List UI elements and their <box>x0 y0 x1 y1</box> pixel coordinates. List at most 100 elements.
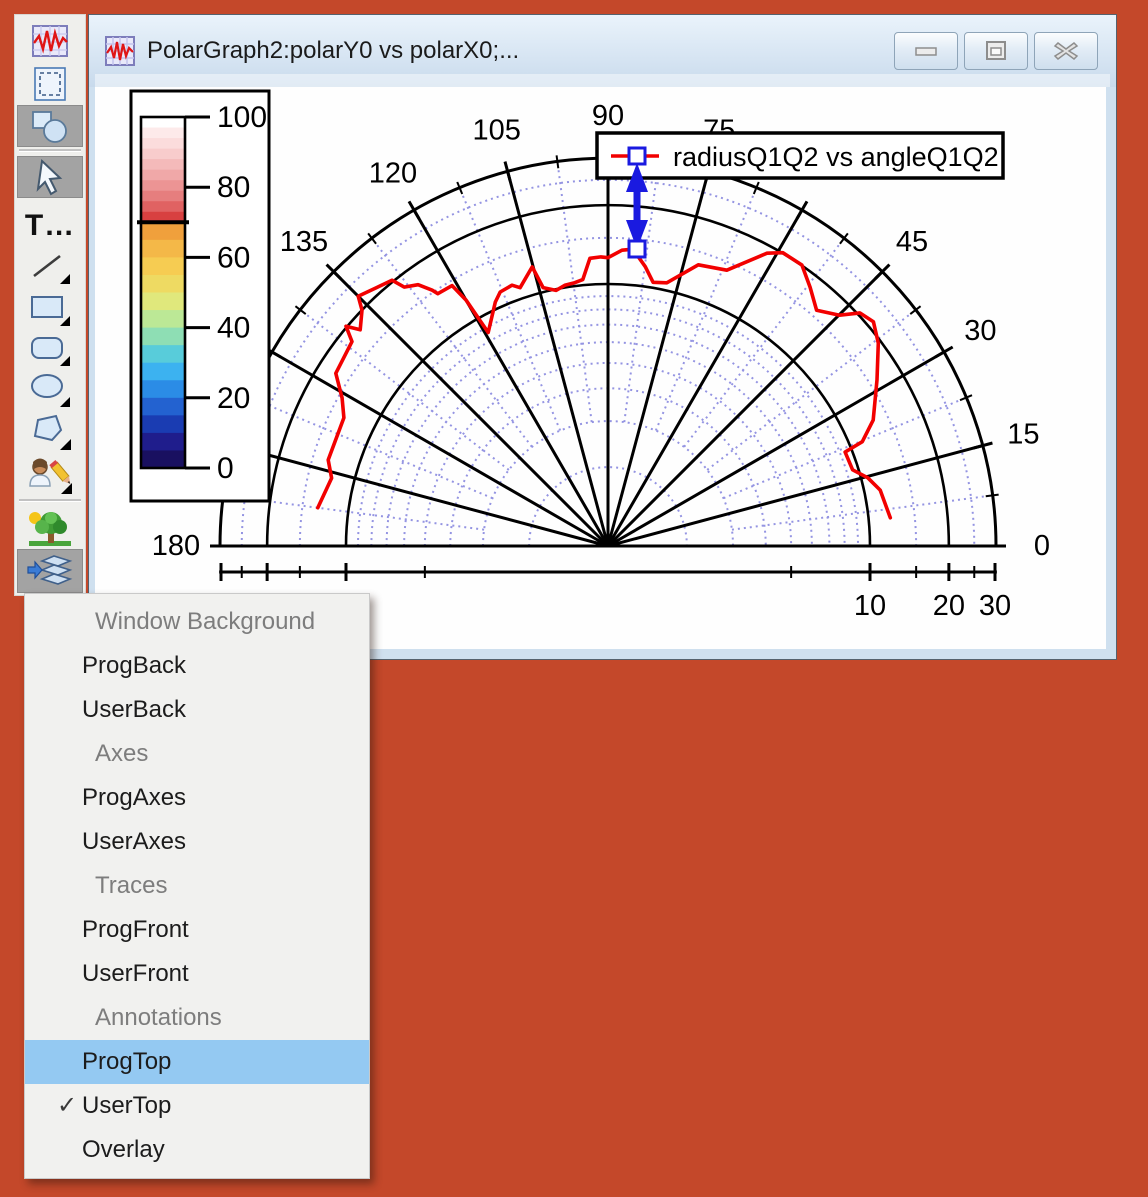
angle-spoke <box>414 210 608 546</box>
color-band <box>141 310 185 328</box>
color-scale-tick-label: 40 <box>217 312 250 345</box>
radius-tick-label: 30 <box>979 590 1011 622</box>
color-scale-tick-label: 0 <box>217 452 234 485</box>
menu-item-progback[interactable]: ProgBack <box>25 644 369 688</box>
menu-item-overlay[interactable]: Overlay <box>25 1128 369 1172</box>
color-band <box>141 222 185 240</box>
color-band <box>141 345 185 363</box>
menu-item-userfront[interactable]: UserFront <box>25 952 369 996</box>
color-band <box>141 433 185 451</box>
minor-angle-gridline <box>305 313 509 469</box>
menu-item-label: Annotations <box>95 1004 222 1031</box>
polygon-icon <box>28 412 72 452</box>
menu-item-usertop[interactable]: ✓UserTop <box>25 1084 369 1128</box>
angle-label: 0 <box>1034 530 1050 562</box>
menu-item-label: Window Background <box>95 608 315 635</box>
toolbar-separator <box>19 149 81 152</box>
color-band <box>141 170 185 181</box>
color-band <box>141 149 185 160</box>
radius-tick-label: 10 <box>854 590 886 622</box>
color-band <box>141 191 185 202</box>
text-tool-button[interactable]: T… <box>17 205 83 247</box>
legend-label: radiusQ1Q2 vs angleQ1Q2 <box>673 142 999 172</box>
color-band <box>141 328 185 346</box>
marquee-tool-button[interactable] <box>17 65 83 103</box>
color-band <box>141 240 185 258</box>
line-icon <box>28 252 72 286</box>
angle-spoke <box>608 272 882 546</box>
color-scale-tick-label: 60 <box>217 241 250 274</box>
menu-item-label: UserAxes <box>82 828 186 855</box>
color-scale-tick-label: 20 <box>217 382 250 415</box>
angle-spoke <box>608 352 944 546</box>
menu-item-label: UserTop <box>82 1092 171 1119</box>
drawing-toolbar: T… <box>14 14 86 596</box>
arrow-cursor-icon <box>33 158 67 196</box>
menu-item-label: UserFront <box>82 960 189 987</box>
color-band <box>141 257 185 275</box>
color-band <box>141 275 185 293</box>
angle-spoke <box>608 446 983 546</box>
angle-spoke <box>608 171 708 546</box>
color-tool-button[interactable] <box>17 509 83 549</box>
arrow-tool-button[interactable] <box>17 156 83 198</box>
shapes-tool-button[interactable] <box>17 105 83 147</box>
menu-item-useraxes[interactable]: UserAxes <box>25 820 369 864</box>
menu-item-traces: Traces <box>25 864 369 908</box>
color-band <box>141 415 185 433</box>
graph-tool-button[interactable] <box>17 21 83 61</box>
angle-minor-tick <box>986 495 999 497</box>
marquee-icon <box>32 66 68 102</box>
color-band <box>141 293 185 311</box>
color-band <box>141 117 185 128</box>
angle-label: 135 <box>280 226 328 258</box>
radius-tick-label: 20 <box>933 590 965 622</box>
layers-tool-button[interactable] <box>17 549 83 593</box>
angle-label: 30 <box>964 315 996 347</box>
menu-item-progtop[interactable]: ProgTop <box>25 1040 369 1084</box>
minor-angle-gridline <box>707 313 911 469</box>
minor-angle-gridline <box>684 243 840 447</box>
color-band <box>141 363 185 381</box>
menu-item-label: ProgTop <box>82 1048 171 1075</box>
menu-item-label: ProgBack <box>82 652 186 679</box>
toolbar-separator <box>19 499 81 502</box>
line-tool-button[interactable] <box>17 251 83 287</box>
menu-item-axes: Axes <box>25 732 369 776</box>
graph-icon <box>31 24 69 58</box>
color-band <box>141 450 185 468</box>
rect-tool-button[interactable] <box>17 291 83 329</box>
angle-minor-tick <box>557 155 559 168</box>
annotation-handle-top[interactable] <box>629 148 645 164</box>
menu-item-label: UserBack <box>82 696 186 723</box>
color-scale-tick-label: 100 <box>217 101 267 134</box>
annotation-handle-bottom[interactable] <box>629 241 645 257</box>
layers-icon <box>26 552 74 590</box>
color-band <box>141 380 185 398</box>
angle-label: 180 <box>152 530 200 562</box>
polygon-tool-button[interactable] <box>17 411 83 453</box>
color-band <box>141 398 185 416</box>
menu-item-progfront[interactable]: ProgFront <box>25 908 369 952</box>
angle-major-tick <box>797 201 807 218</box>
menu-item-progaxes[interactable]: ProgAxes <box>25 776 369 820</box>
menu-item-label: Overlay <box>82 1136 165 1163</box>
angle-spoke <box>233 446 608 546</box>
rounded-rect-tool-button[interactable] <box>17 333 83 369</box>
menu-item-label: ProgFront <box>82 916 189 943</box>
check-icon: ✓ <box>57 1084 77 1128</box>
angle-label: 45 <box>896 226 928 258</box>
tree-icon <box>27 510 73 548</box>
ellipse-tool-button[interactable] <box>17 371 83 409</box>
angle-spoke <box>508 171 608 546</box>
color-band <box>141 159 185 170</box>
angle-major-tick <box>935 347 952 357</box>
menu-item-userback[interactable]: UserBack <box>25 688 369 732</box>
color-band <box>141 180 185 191</box>
freehand-tool-button[interactable] <box>17 455 83 497</box>
menu-item-label: ProgAxes <box>82 784 186 811</box>
menu-item-annotations: Annotations <box>25 996 369 1040</box>
angle-label: 120 <box>369 158 417 190</box>
ellipse-icon <box>28 371 72 409</box>
color-band <box>141 128 185 139</box>
